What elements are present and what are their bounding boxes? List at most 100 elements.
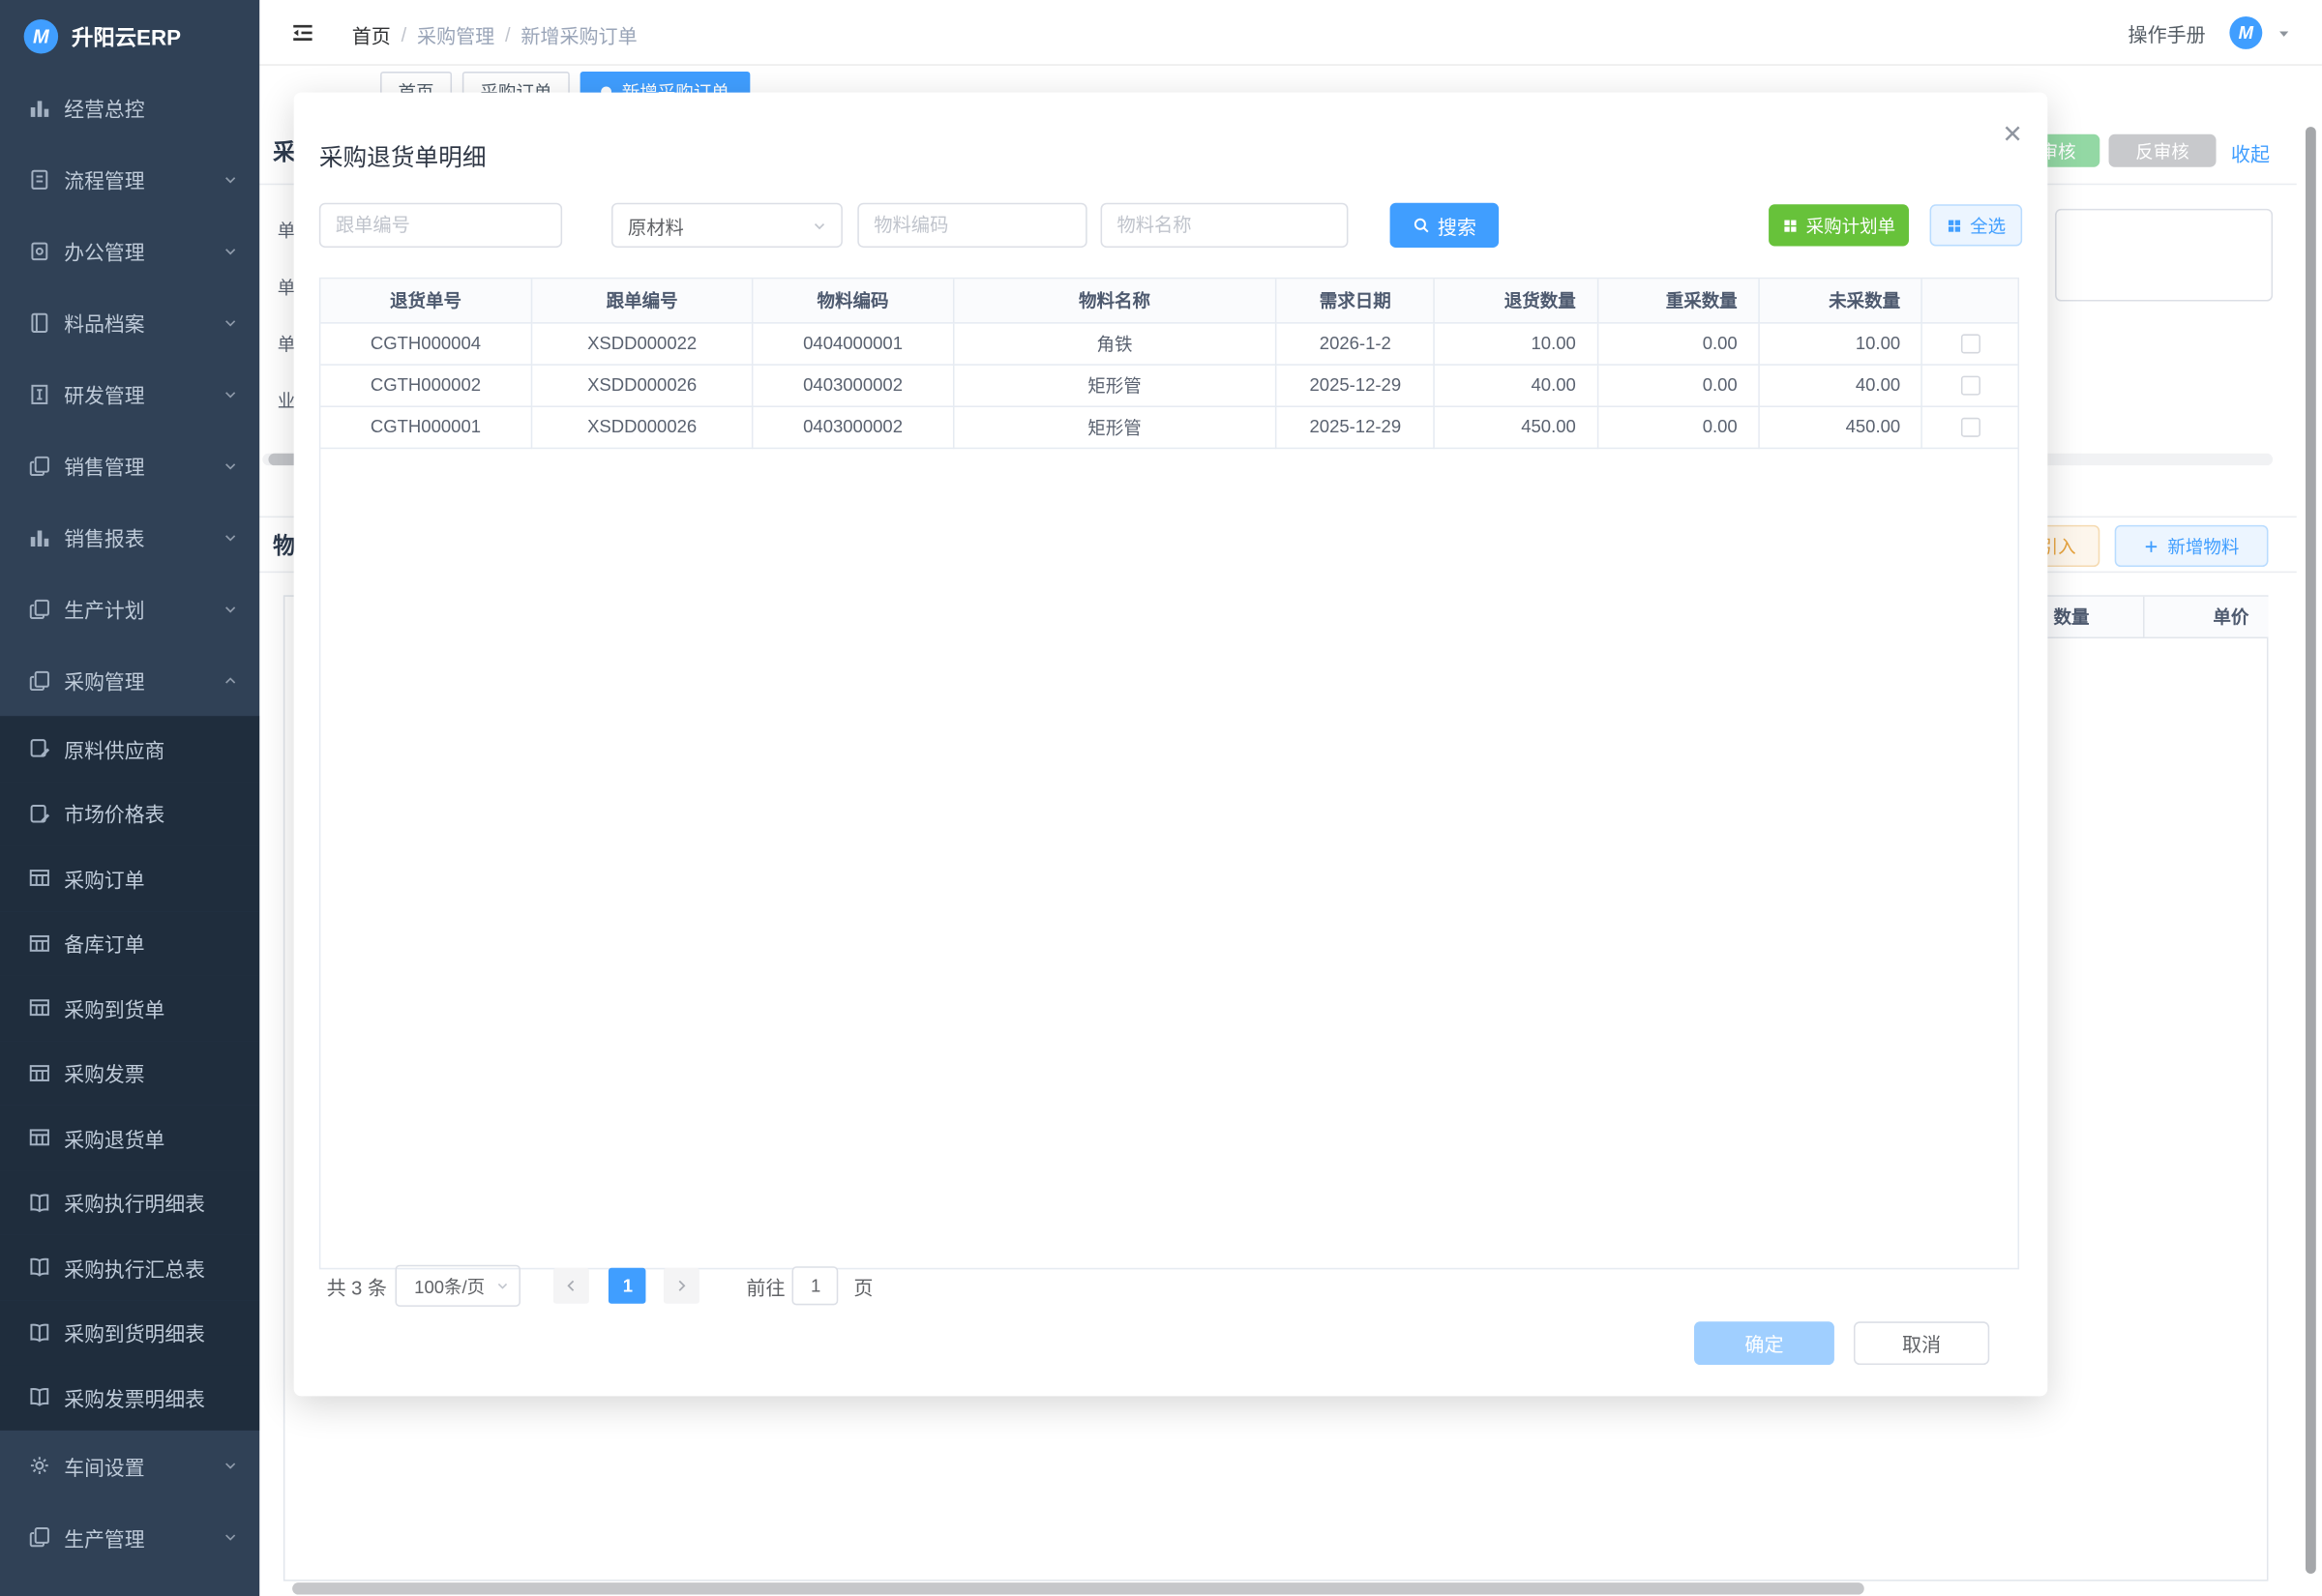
category-select[interactable]: 原材料 [611,203,843,248]
cell-rebuy-qty: 0.00 [1597,405,1759,447]
sidebar-item-label: 料品档案 [64,308,144,338]
sidebar-item-production-mgmt[interactable]: 生产管理 [0,1501,259,1573]
sidebar-item-market-price-list[interactable]: 市场价格表 [0,781,259,845]
sidebar-item-purchase-invoice-detail[interactable]: 采购发票明细表 [0,1365,259,1430]
sidebar-item-label: 备库订单 [64,929,144,959]
sidebar-item-label: 销售报表 [64,522,144,552]
cell-material-name: 矩形管 [953,364,1276,405]
chart-icon [28,526,50,548]
app-title: 升阳云ERP [72,20,181,51]
sidebar: M 升阳云ERP 经营总控流程管理办公管理料品档案研发管理销售管理销售报表生产计… [0,0,259,1596]
table-icon [28,931,50,954]
goto-page-input[interactable] [792,1266,839,1305]
grid-icon [1782,217,1799,233]
collapse-link[interactable]: 收起 [2231,138,2270,166]
page-size-select[interactable]: 100条/页 [396,1265,521,1307]
sidebar-item-label: 生产管理 [64,1522,144,1552]
sidebar-item-label: 采购退货单 [64,1123,164,1153]
sidebar-item-raw-material-supplier[interactable]: 原料供应商 [0,716,259,781]
tracking-no-input[interactable] [319,203,562,248]
column-header-price: 单价 [2145,597,2269,637]
cancel-button[interactable]: 取消 [1854,1321,1989,1365]
purchase-plan-button[interactable]: 采购计划单 [1769,204,1909,246]
copy-doc-icon [28,669,50,692]
sidebar-item-purchase-exec-detail[interactable]: 采购执行明细表 [0,1170,259,1235]
material-code-input[interactable] [857,203,1087,248]
cell-tracking-no: XSDD000022 [531,322,753,364]
material-name-input[interactable] [1101,203,1349,248]
doc-icon [28,167,50,190]
sidebar-item-purchase-order[interactable]: 采购订单 [0,845,259,910]
sidebar-item-stock-order[interactable]: 备库订单 [0,910,259,975]
form-label-clipped: 单 [278,275,296,300]
grid-icon [1947,217,1963,233]
doc-i-icon [28,383,50,405]
breadcrumb-purchase-mgmt[interactable]: 采购管理 [417,21,494,49]
select-all-button[interactable]: 全选 [1930,204,2023,246]
dialog-footer: 确定 取消 [1694,1321,1989,1365]
close-icon[interactable] [2002,122,2024,144]
cell-select [1922,405,2018,447]
column-header-select [1922,279,2018,322]
caret-down-icon[interactable] [2276,24,2292,41]
sidebar-item-process-mgmt[interactable]: 流程管理 [0,143,259,215]
cell-demand-date: 2026-1-2 [1276,322,1435,364]
open-book-icon [28,1192,50,1214]
sidebar-item-purchase-arrival[interactable]: 采购到货单 [0,976,259,1041]
cell-material-name: 矩形管 [953,405,1276,447]
cell-tracking-no: XSDD000026 [531,405,753,447]
sidebar-item-workshop-settings[interactable]: 车间设置 [0,1430,259,1501]
chevron-down-icon [223,386,239,402]
sidebar-fold-icon[interactable] [291,21,315,45]
row-checkbox[interactable] [1960,418,1980,437]
cell-return-qty: 450.00 [1435,405,1597,447]
next-page-button[interactable] [665,1268,700,1304]
sidebar-item-purchase-invoice[interactable]: 采购发票 [0,1041,259,1106]
sidebar-item-processing-workshop[interactable]: 加工车间 [0,1573,259,1596]
confirm-button[interactable]: 确定 [1694,1321,1834,1365]
filter-bar: 原材料 搜索 采购计划单 全选 [319,203,2022,248]
plus-icon [2144,538,2160,554]
row-checkbox[interactable] [1960,376,1980,396]
cell-return-qty: 40.00 [1435,364,1597,405]
row-checkbox[interactable] [1960,335,1980,354]
sidebar-item-sales-reports[interactable]: 销售报表 [0,501,259,573]
sidebar-item-label: 采购发票明细表 [64,1382,205,1412]
copy-doc-icon [28,1526,50,1549]
add-material-button[interactable]: 新增物料 [2115,525,2269,567]
manual-link[interactable]: 操作手册 [2128,18,2206,46]
remark-textarea[interactable] [2055,209,2273,302]
avatar[interactable]: M [2229,16,2262,49]
table-icon [28,1062,50,1084]
sidebar-item-office-mgmt[interactable]: 办公管理 [0,215,259,286]
copy-doc-icon [28,455,50,477]
sidebar-item-purchase-exec-summary[interactable]: 采购执行汇总表 [0,1235,259,1300]
app-viewport: M 升阳云ERP 经营总控流程管理办公管理料品档案研发管理销售管理销售报表生产计… [0,0,2322,1596]
sidebar-item-production-plan[interactable]: 生产计划 [0,573,259,644]
horizontal-scrollbar-thumb[interactable] [292,1582,1864,1594]
open-book-icon [28,1386,50,1408]
sidebar-item-purchase-arrival-detail[interactable]: 采购到货明细表 [0,1300,259,1365]
search-button[interactable]: 搜索 [1390,203,1500,248]
chevron-down-icon [223,171,239,188]
sidebar-item-label: 采购到货单 [64,993,164,1023]
edit-doc-icon [28,737,50,759]
sidebar-item-sales-mgmt[interactable]: 销售管理 [0,429,259,501]
edit-doc-icon [28,802,50,824]
unaudit-button[interactable]: 反审核 [2109,134,2217,167]
page-number-1[interactable]: 1 [610,1268,647,1304]
sidebar-item-label: 采购执行汇总表 [64,1253,205,1283]
sidebar-item-purchase-return[interactable]: 采购退货单 [0,1106,259,1170]
vertical-scrollbar-thumb[interactable] [2306,127,2316,1574]
cell-unpurchased-qty: 450.00 [1759,405,1921,447]
sidebar-item-rd-mgmt[interactable]: 研发管理 [0,358,259,429]
sidebar-item-purchase-mgmt[interactable]: 采购管理 [0,644,259,716]
prev-page-button[interactable] [554,1268,590,1304]
sidebar-item-business-overview[interactable]: 经营总控 [0,72,259,143]
breadcrumb-current: 新增采购订单 [521,21,637,49]
sidebar-item-material-archives[interactable]: 料品档案 [0,286,259,358]
search-icon [1413,217,1430,235]
breadcrumb-separator: / [402,24,407,46]
breadcrumb-home[interactable]: 首页 [352,21,391,49]
office-icon [28,240,50,262]
